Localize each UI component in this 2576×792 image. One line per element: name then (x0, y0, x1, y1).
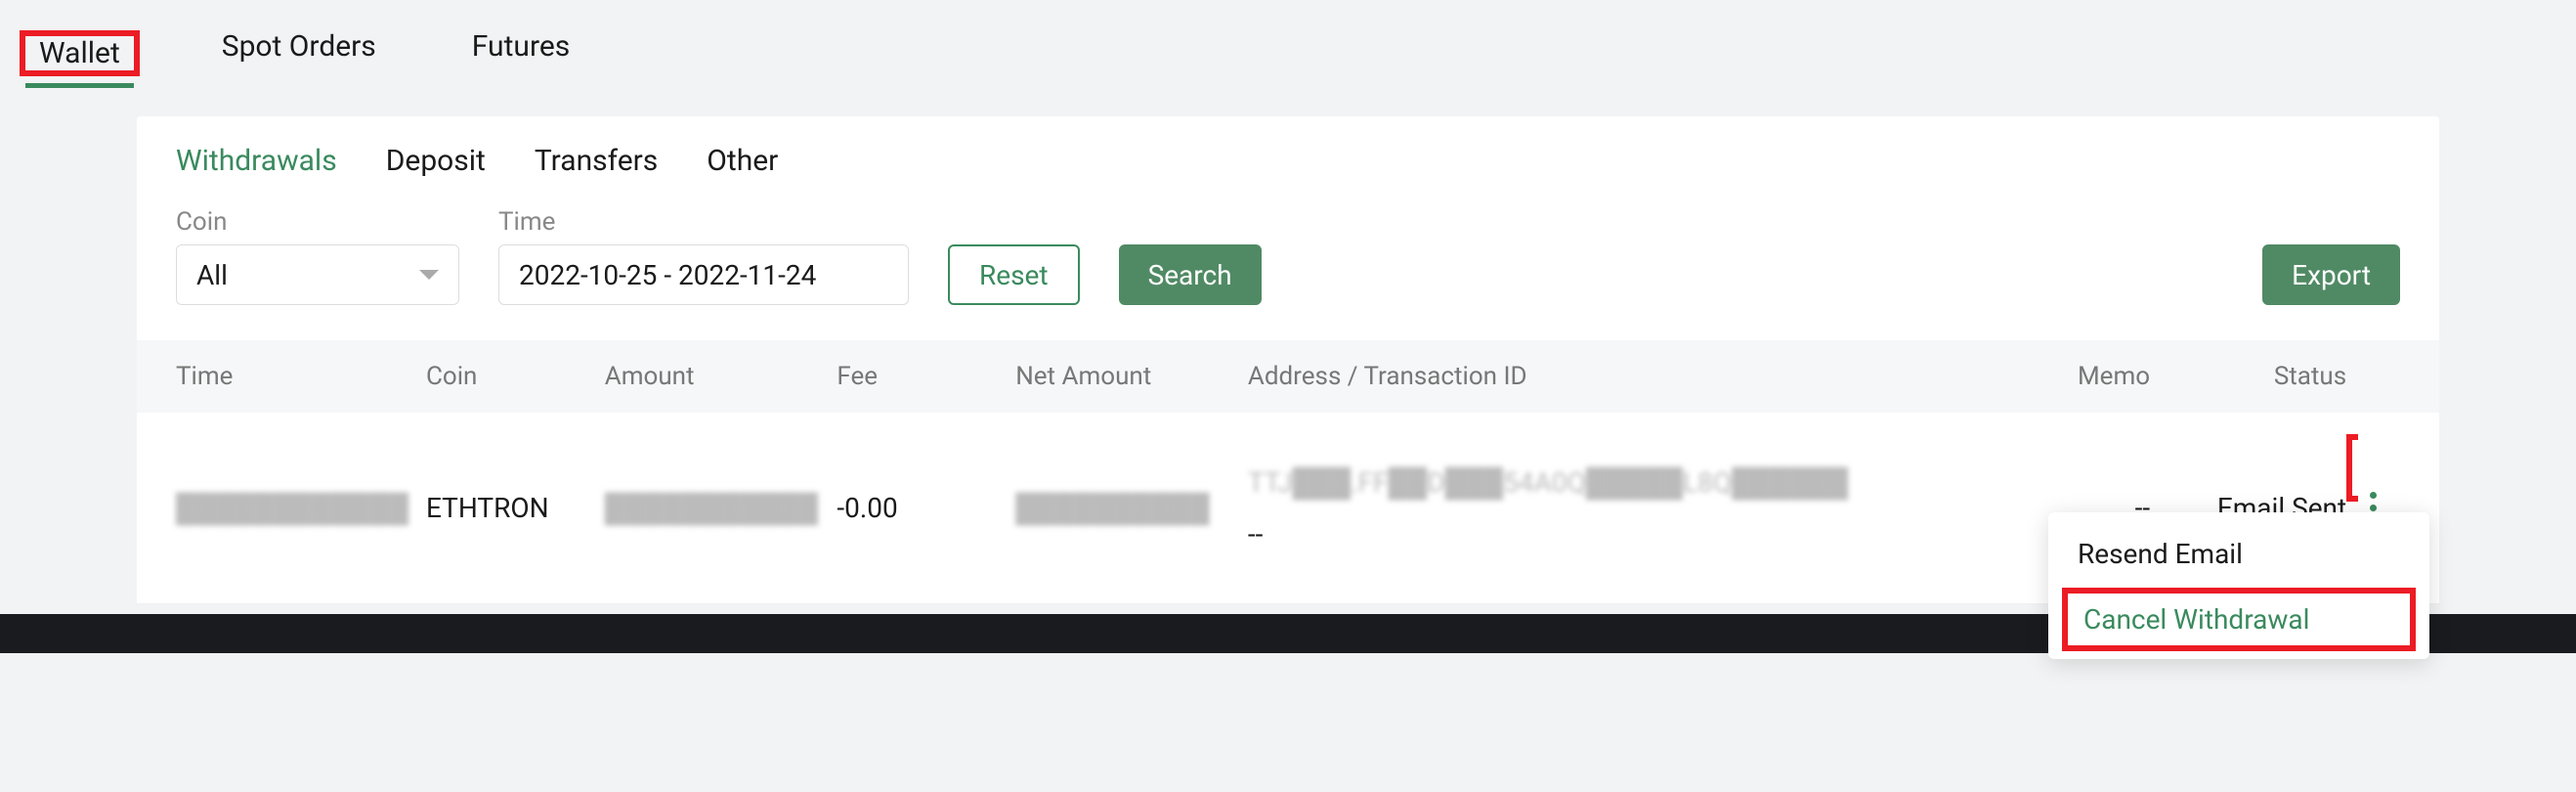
dot-icon (2370, 492, 2377, 499)
coin-select[interactable]: All (176, 244, 459, 305)
header-fee: Fee (837, 362, 1015, 391)
time-filter-group: Time 2022-10-25 - 2022-11-24 (498, 207, 909, 305)
header-net-amount: Net Amount (1015, 362, 1248, 391)
actions-dropdown: Resend Email Cancel Withdrawal (2048, 512, 2429, 659)
dot-icon (2370, 505, 2377, 511)
cell-address-line2: -- (1248, 518, 2016, 550)
coin-filter-group: Coin All (176, 207, 459, 305)
cell-fee: -0.00 (837, 492, 1015, 524)
subtab-withdrawals[interactable]: Withdrawals (176, 144, 337, 178)
header-memo: Memo (2016, 362, 2150, 391)
wallet-tab-highlight: Wallet (20, 30, 140, 76)
cell-time: ████████████ (176, 492, 426, 524)
cell-coin: ETHTRON (426, 492, 605, 524)
filters-row: Coin All Time 2022-10-25 - 2022-11-24 Re… (137, 207, 2439, 340)
cancel-withdrawal-item[interactable]: Cancel Withdrawal (2083, 603, 2394, 636)
sub-tabs: Withdrawals Deposit Transfers Other (137, 116, 2439, 207)
date-range-input[interactable]: 2022-10-25 - 2022-11-24 (498, 244, 909, 305)
chevron-down-icon (419, 270, 439, 280)
cancel-withdrawal-highlight: Cancel Withdrawal (2062, 588, 2416, 651)
cell-net-amount: ██████████ (1015, 492, 1248, 524)
search-button[interactable]: Search (1119, 244, 1262, 305)
coin-select-value: All (196, 259, 228, 291)
tab-futures[interactable]: Futures (458, 20, 583, 87)
header-status: Status (2150, 362, 2346, 391)
tab-spot-orders[interactable]: Spot Orders (208, 20, 390, 87)
time-filter-label: Time (498, 207, 909, 237)
header-address: Address / Transaction ID (1248, 362, 2016, 391)
header-coin: Coin (426, 362, 605, 391)
coin-filter-label: Coin (176, 207, 459, 237)
tab-wallet[interactable]: Wallet (25, 26, 134, 94)
cell-amount: ███████████ (605, 492, 837, 524)
cell-address: TTJ███.FF██D███54A0Q█████L8Q██████ -- (1248, 466, 2016, 550)
table-header: Time Coin Amount Fee Net Amount Address … (137, 340, 2439, 413)
header-amount: Amount (605, 362, 837, 391)
subtab-transfers[interactable]: Transfers (535, 144, 658, 178)
subtab-deposit[interactable]: Deposit (386, 144, 486, 178)
resend-email-item[interactable]: Resend Email (2048, 520, 2429, 588)
header-actions (2346, 362, 2400, 391)
cell-address-line1: TTJ███.FF██D███54A0Q█████L8Q██████ (1248, 466, 2016, 499)
main-panel: Withdrawals Deposit Transfers Other Coin… (137, 116, 2439, 604)
top-tabs: Wallet Spot Orders Futures (0, 0, 2576, 87)
reset-button[interactable]: Reset (948, 244, 1080, 305)
header-time: Time (176, 362, 426, 391)
export-button[interactable]: Export (2262, 244, 2400, 305)
date-range-value: 2022-10-25 - 2022-11-24 (519, 259, 816, 291)
subtab-other[interactable]: Other (707, 144, 778, 178)
